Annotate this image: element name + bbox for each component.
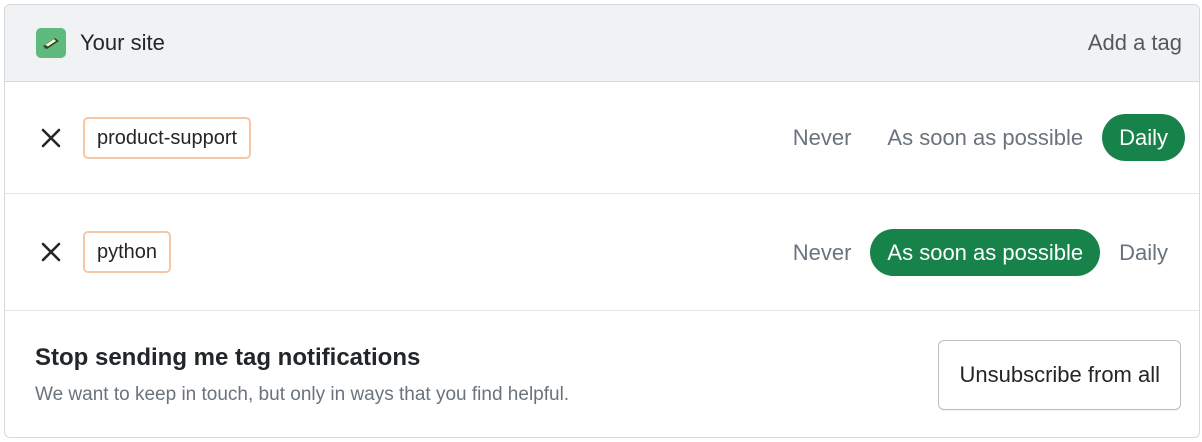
tag-notifications-panel: Your site Add a tag product-support Neve… — [4, 4, 1200, 438]
frequency-option-daily[interactable]: Daily — [1102, 114, 1185, 161]
unsubscribe-subtitle: We want to keep in touch, but only in wa… — [35, 384, 570, 405]
frequency-option-daily[interactable]: Daily — [1102, 229, 1185, 276]
frequency-option-never[interactable]: Never — [776, 114, 869, 161]
frequency-selector: Never As soon as possible Daily — [776, 228, 1185, 276]
add-tag-link[interactable]: Add a tag — [1088, 30, 1182, 56]
remove-tag-button[interactable] — [37, 238, 65, 266]
tag-row: python Never As soon as possible Daily — [5, 194, 1199, 311]
tag-chip[interactable]: product-support — [83, 116, 252, 159]
frequency-option-asap[interactable]: As soon as possible — [870, 114, 1100, 161]
unsubscribe-title: Stop sending me tag notifications — [35, 344, 421, 371]
tag-chip[interactable]: python — [83, 231, 172, 273]
site-logo-icon — [36, 28, 66, 58]
unsubscribe-section: Stop sending me tag notifications We wan… — [5, 311, 1199, 437]
remove-tag-button[interactable] — [37, 124, 65, 152]
site-name: Your site — [80, 30, 165, 55]
close-icon — [41, 128, 61, 147]
frequency-option-asap[interactable]: As soon as possible — [870, 228, 1101, 276]
site-header: Your site Add a tag — [5, 5, 1199, 82]
unsubscribe-text: Stop sending me tag notifications We wan… — [35, 344, 569, 406]
unsubscribe-all-button[interactable]: Unsubscribe from all — [938, 340, 1181, 410]
frequency-selector: Never As soon as possible Daily — [776, 114, 1185, 161]
close-icon — [41, 242, 61, 262]
tag-row: product-support Never As soon as possibl… — [5, 82, 1199, 194]
frequency-option-never[interactable]: Never — [776, 229, 869, 276]
